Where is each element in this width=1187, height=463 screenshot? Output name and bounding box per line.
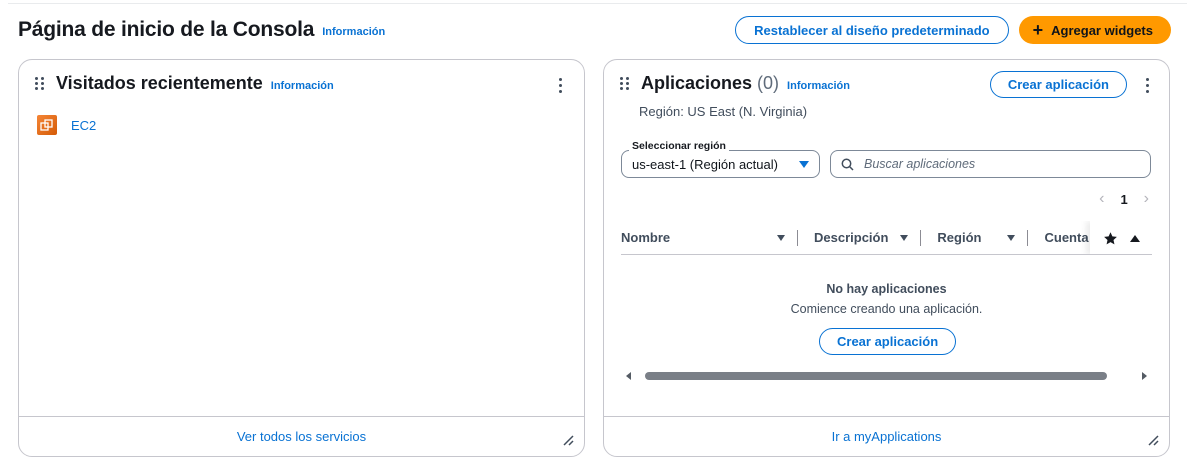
column-label: Región bbox=[937, 230, 982, 245]
column-header-region[interactable]: Región bbox=[937, 221, 1016, 254]
header-actions: Restablecer al diseño predeterminado + A… bbox=[735, 16, 1171, 44]
more-options-icon[interactable] bbox=[555, 76, 566, 95]
scroll-right-icon[interactable] bbox=[1142, 372, 1147, 380]
column-header-description[interactable]: Descripción bbox=[814, 221, 909, 254]
pagination: ‹ 1 › bbox=[1099, 190, 1149, 208]
search-field[interactable] bbox=[830, 150, 1151, 178]
page-info-link[interactable]: Información bbox=[322, 26, 385, 38]
scrollbar-track[interactable] bbox=[637, 372, 1136, 380]
reset-layout-button[interactable]: Restablecer al diseño predeterminado bbox=[735, 16, 1009, 44]
drag-handle-icon[interactable] bbox=[35, 77, 44, 90]
applications-title-label: Aplicaciones bbox=[641, 73, 753, 93]
column-divider bbox=[1027, 229, 1029, 246]
applications-widget: Aplicaciones (0) Información Crear aplica… bbox=[603, 59, 1170, 457]
add-widgets-button[interactable]: + Agregar widgets bbox=[1018, 16, 1171, 44]
column-divider bbox=[797, 229, 798, 246]
recently-visited-footer: Ver todos los servicios bbox=[19, 416, 584, 456]
scroll-left-icon[interactable] bbox=[626, 372, 631, 380]
previous-page-icon[interactable]: ‹ bbox=[1099, 190, 1104, 208]
column-divider bbox=[920, 229, 922, 246]
sort-caret-icon[interactable] bbox=[777, 234, 785, 241]
top-divider bbox=[8, 3, 1187, 4]
favorite-column-header[interactable] bbox=[1090, 221, 1152, 254]
go-to-myapplications-link[interactable]: Ir a myApplications bbox=[832, 429, 942, 444]
horizontal-scrollbar[interactable] bbox=[626, 371, 1147, 381]
more-options-icon[interactable] bbox=[1142, 76, 1153, 95]
recently-visited-header: Visitados recientemente Información bbox=[35, 73, 334, 94]
sort-ascending-icon bbox=[1129, 234, 1140, 242]
add-widgets-label: Agregar widgets bbox=[1051, 22, 1153, 38]
empty-state-subtitle: Comience creando una aplicación. bbox=[790, 302, 983, 316]
page-title: Página de inicio de la Consola bbox=[18, 18, 315, 41]
applications-footer: Ir a myApplications bbox=[604, 416, 1169, 456]
ec2-service-icon bbox=[37, 115, 57, 135]
recently-visited-widget: Visitados recientemente Información EC2 … bbox=[18, 59, 585, 457]
column-label: Nombre bbox=[621, 230, 671, 245]
search-input[interactable] bbox=[864, 157, 1124, 171]
applications-header: Aplicaciones (0) Información bbox=[620, 73, 850, 94]
empty-state-title: No hay aplicaciones bbox=[826, 282, 947, 296]
applications-title: Aplicaciones (0) bbox=[641, 73, 779, 94]
region-select-value: us-east-1 (Región actual) bbox=[632, 156, 778, 172]
region-select[interactable]: us-east-1 (Región actual) bbox=[621, 150, 820, 178]
applications-count: (0) bbox=[757, 73, 780, 93]
table-header: Nombre Descripción Región Cuenta or bbox=[621, 221, 1152, 255]
page-header: Página de inicio de la Consola Informaci… bbox=[18, 12, 1171, 48]
resize-handle-icon[interactable] bbox=[1147, 434, 1159, 446]
column-header-name[interactable]: Nombre bbox=[621, 221, 777, 254]
search-icon bbox=[841, 158, 854, 171]
drag-handle-icon[interactable] bbox=[620, 77, 629, 90]
sort-caret-icon bbox=[900, 234, 909, 241]
next-page-icon[interactable]: › bbox=[1144, 190, 1149, 208]
plus-icon: + bbox=[1032, 20, 1044, 40]
sort-caret-icon bbox=[1007, 234, 1016, 241]
region-text: Región: US East (N. Virginia) bbox=[639, 104, 808, 119]
page-number[interactable]: 1 bbox=[1120, 192, 1127, 207]
ec2-link[interactable]: EC2 bbox=[71, 118, 96, 133]
caret-down-icon bbox=[799, 160, 809, 168]
list-item[interactable]: EC2 bbox=[37, 115, 96, 135]
applications-info-link[interactable]: Información bbox=[787, 80, 850, 92]
region-select-label: Seleccionar región bbox=[629, 140, 729, 152]
star-icon bbox=[1103, 231, 1117, 244]
recently-visited-info-link[interactable]: Información bbox=[271, 80, 334, 92]
create-application-button[interactable]: Crear aplicación bbox=[989, 71, 1127, 98]
column-label: Descripción bbox=[814, 230, 889, 245]
scrollbar-thumb[interactable] bbox=[645, 372, 1107, 380]
recently-visited-title: Visitados recientemente bbox=[56, 73, 263, 93]
resize-handle-icon[interactable] bbox=[562, 434, 574, 446]
view-all-services-link[interactable]: Ver todos los servicios bbox=[237, 429, 366, 444]
create-application-empty-button[interactable]: Crear aplicación bbox=[819, 328, 957, 355]
